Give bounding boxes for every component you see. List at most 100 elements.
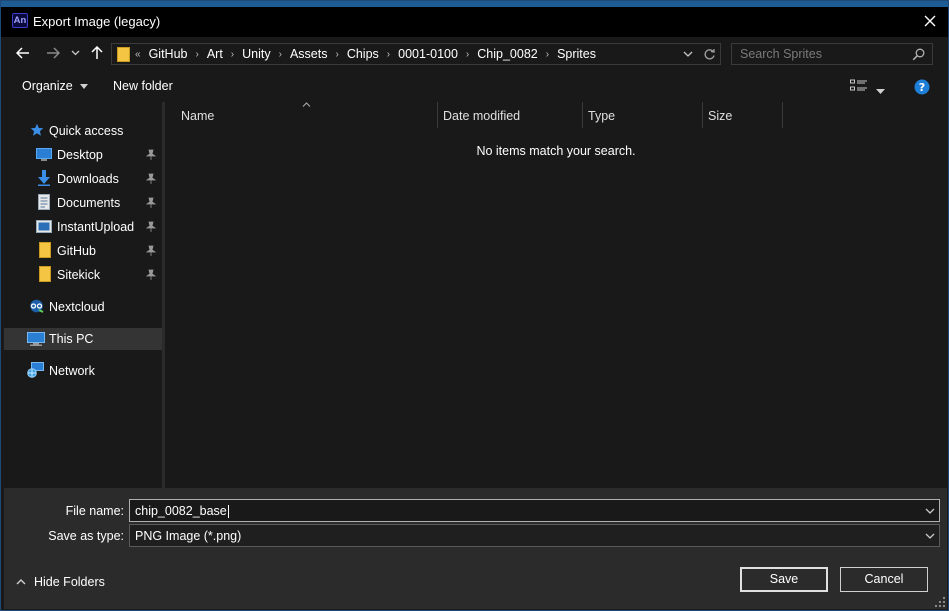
- cloud-icon: [30, 299, 44, 313]
- file-name-field[interactable]: chip_0082_base: [129, 499, 940, 522]
- pin-icon[interactable]: [146, 269, 156, 280]
- recent-locations-button[interactable]: [68, 43, 82, 63]
- download-arrow-icon: [38, 170, 50, 186]
- up-button[interactable]: [88, 43, 106, 63]
- breadcrumb-separator[interactable]: ›: [546, 49, 549, 60]
- chevron-up-icon: [16, 579, 26, 585]
- folder-icon: [39, 266, 51, 282]
- new-folder-button[interactable]: New folder: [113, 79, 173, 93]
- save-type-select[interactable]: PNG Image (*.png): [129, 524, 940, 547]
- breadcrumb-sprites[interactable]: Sprites: [557, 47, 596, 61]
- refresh-icon[interactable]: [703, 48, 716, 61]
- save-button[interactable]: Save: [740, 567, 828, 592]
- breadcrumb-separator[interactable]: ›: [387, 49, 390, 60]
- svg-text:?: ?: [919, 81, 925, 94]
- view-options-button[interactable]: [850, 79, 868, 95]
- nav-item-label: GitHub: [57, 244, 96, 258]
- title-bar[interactable]: An Export Image (legacy): [1, 7, 948, 37]
- arrow-up-icon: [91, 46, 103, 59]
- nav-item-label: This PC: [49, 332, 94, 346]
- breadcrumb-separator[interactable]: ›: [335, 49, 338, 60]
- breadcrumb-assets[interactable]: Assets: [290, 47, 328, 61]
- pin-icon[interactable]: [146, 221, 156, 232]
- view-dropdown-button[interactable]: [876, 83, 885, 97]
- file-name-input[interactable]: chip_0082_base: [135, 504, 229, 519]
- chevron-down-icon[interactable]: [925, 533, 935, 539]
- breadcrumb-chip-0082[interactable]: Chip_0082: [477, 47, 537, 61]
- save-panel: File name: chip_0082_base Save as type: …: [4, 488, 947, 609]
- pin-icon[interactable]: [146, 149, 156, 160]
- breadcrumb-chips[interactable]: Chips: [347, 47, 379, 61]
- search-box[interactable]: Search Sprites: [731, 43, 933, 65]
- nav-item-github[interactable]: GitHub: [4, 240, 162, 262]
- breadcrumb-0001-0100[interactable]: 0001-0100: [398, 47, 458, 61]
- column-header-type[interactable]: Type: [583, 102, 702, 128]
- save-type-value: PNG Image (*.png): [135, 529, 242, 543]
- breadcrumb-separator[interactable]: ›: [195, 49, 198, 60]
- details-view-icon: [850, 79, 867, 91]
- column-header-name[interactable]: Name: [165, 102, 437, 128]
- empty-state-message: No items match your search.: [476, 144, 636, 158]
- breadcrumb-separator[interactable]: ›: [231, 49, 234, 60]
- nav-item-sitekick[interactable]: Sitekick: [4, 264, 162, 286]
- column-header-size[interactable]: Size: [703, 102, 782, 128]
- close-icon: [924, 15, 936, 27]
- command-bar: Organize New folder ?: [1, 70, 948, 102]
- breadcrumb: « GitHub › Art › Unity › Assets › Chips …: [135, 47, 596, 61]
- nav-item-label: Downloads: [57, 172, 119, 186]
- nav-item-desktop[interactable]: Desktop: [4, 144, 162, 166]
- pin-icon[interactable]: [146, 245, 156, 256]
- nav-item-downloads[interactable]: Downloads: [4, 168, 162, 190]
- breadcrumb-art[interactable]: Art: [207, 47, 223, 61]
- address-bar[interactable]: « GitHub › Art › Unity › Assets › Chips …: [111, 43, 721, 65]
- column-header-label: Name: [181, 109, 215, 123]
- close-button[interactable]: [915, 7, 945, 35]
- animate-app-icon: An: [12, 13, 28, 28]
- help-button[interactable]: ?: [914, 79, 930, 98]
- nav-item-instantupload[interactable]: InstantUpload: [4, 216, 162, 238]
- navigation-pane[interactable]: Quick access Desktop Downloads Documents…: [4, 102, 162, 488]
- search-input[interactable]: Search Sprites: [740, 47, 822, 61]
- breadcrumb-separator[interactable]: ›: [466, 49, 469, 60]
- caret-down-icon: [80, 84, 89, 90]
- back-button[interactable]: [13, 43, 33, 63]
- chevron-down-icon: [71, 50, 79, 56]
- window-title: Export Image (legacy): [33, 14, 161, 29]
- arrow-left-icon: [16, 47, 29, 59]
- navigation-bar: « GitHub › Art › Unity › Assets › Chips …: [1, 37, 948, 70]
- overflow-chevrons[interactable]: «: [135, 49, 141, 60]
- resize-grip-icon[interactable]: [935, 597, 945, 607]
- caret-down-icon: [876, 89, 885, 94]
- forward-button[interactable]: [43, 43, 63, 63]
- nav-item-label: Network: [49, 364, 95, 378]
- pin-icon[interactable]: [146, 173, 156, 184]
- nav-item-nextcloud[interactable]: Nextcloud: [4, 296, 162, 318]
- hide-folders-button[interactable]: Hide Folders: [16, 575, 105, 589]
- breadcrumb-separator[interactable]: ›: [279, 49, 282, 60]
- column-separator[interactable]: [782, 102, 783, 128]
- nav-item-label: Desktop: [57, 148, 103, 162]
- export-dialog: An Export Image (legacy) « GitHub › Art …: [0, 0, 949, 611]
- document-icon: [38, 194, 50, 210]
- nav-item-this-pc[interactable]: This PC: [4, 328, 162, 350]
- cancel-button[interactable]: Cancel: [840, 567, 928, 592]
- nav-item-network[interactable]: Network: [4, 360, 162, 382]
- folder-icon: [39, 242, 51, 258]
- chevron-down-icon[interactable]: [925, 508, 935, 514]
- column-header-date-modified[interactable]: Date modified: [438, 102, 582, 128]
- pin-icon[interactable]: [146, 197, 156, 208]
- desktop-icon: [36, 148, 52, 161]
- file-list[interactable]: Name Date modified Type Size No items ma…: [165, 102, 947, 488]
- organize-menu[interactable]: Organize: [22, 79, 89, 93]
- hide-folders-label: Hide Folders: [34, 575, 105, 589]
- file-name-label: File name:: [65, 504, 124, 518]
- breadcrumb-unity[interactable]: Unity: [242, 47, 270, 61]
- nav-item-label: InstantUpload: [57, 220, 135, 234]
- column-header-label: Date modified: [443, 109, 521, 123]
- nav-item-documents[interactable]: Documents: [4, 192, 162, 214]
- chevron-down-icon[interactable]: [683, 51, 693, 57]
- save-type-label: Save as type:: [48, 529, 124, 543]
- star-icon: [30, 123, 44, 136]
- nav-item-quick-access[interactable]: Quick access: [4, 120, 162, 142]
- breadcrumb-github[interactable]: GitHub: [149, 47, 188, 61]
